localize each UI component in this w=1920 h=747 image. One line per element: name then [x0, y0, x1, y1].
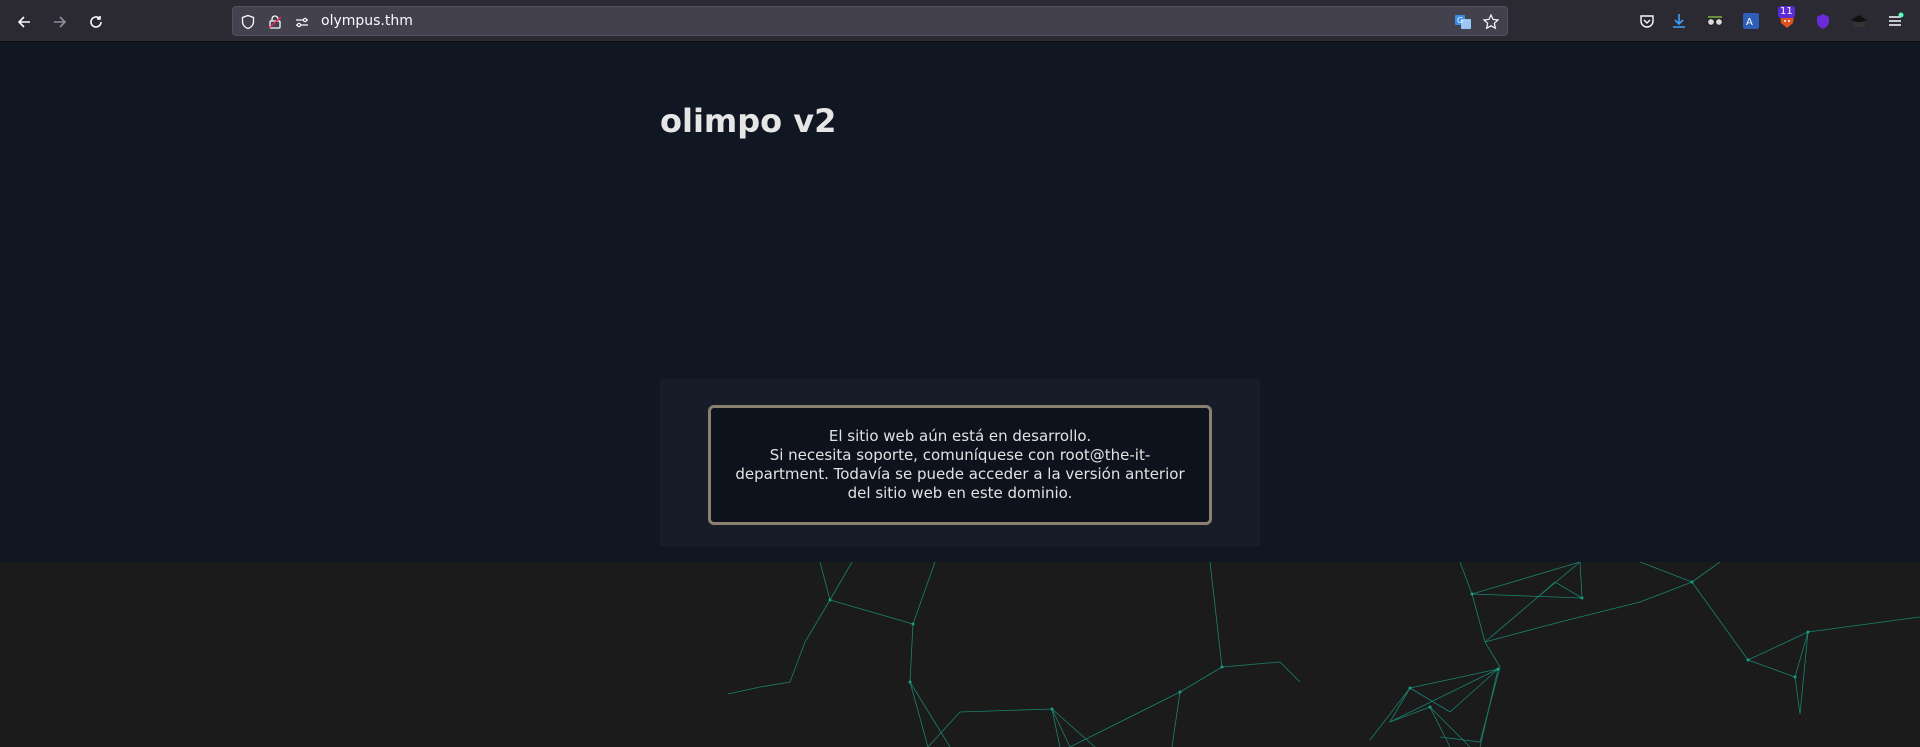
svg-text:A: A	[1746, 17, 1753, 28]
back-icon[interactable]	[11, 9, 37, 35]
notice-line-2: Si necesita soporte, comuníquese con roo…	[735, 446, 1185, 502]
spy-extension-icon[interactable]	[1704, 10, 1726, 32]
download-icon[interactable]	[1668, 10, 1690, 32]
extension-badge: 11	[1778, 6, 1795, 18]
forward-icon[interactable]	[47, 9, 73, 35]
hero-section: olimpo v2 El sitio web aún está en desar…	[0, 42, 1920, 562]
url-text[interactable]: olympus.thm	[321, 13, 413, 29]
translator-extension-icon[interactable]: A	[1740, 10, 1762, 32]
reload-icon[interactable]	[83, 9, 109, 35]
notice-box: El sitio web aún está en desarrollo. Si …	[708, 405, 1212, 525]
notice-text: El sitio web aún está en desarrollo. Si …	[730, 427, 1190, 503]
star-icon[interactable]	[1482, 13, 1500, 31]
hamburger-menu-icon[interactable]	[1884, 10, 1906, 32]
shield-icon[interactable]	[239, 13, 257, 31]
ublock-extension-icon[interactable]	[1812, 10, 1834, 32]
network-lines-decoration	[727, 562, 1920, 747]
notice-line-1: El sitio web aún está en desarrollo.	[828, 427, 1092, 445]
url-bar[interactable]: olympus.thm G	[232, 6, 1508, 36]
page-title: olimpo v2	[660, 102, 837, 140]
translate-icon[interactable]: G	[1454, 13, 1472, 31]
pocket-icon[interactable]	[1636, 10, 1658, 32]
browser-toolbar: olympus.thm G A 11	[0, 0, 1920, 42]
svg-text:G: G	[1457, 16, 1463, 25]
wappalyzer-icon[interactable]	[1848, 10, 1870, 32]
notice-panel: El sitio web aún está en desarrollo. Si …	[660, 379, 1260, 546]
network-background	[0, 562, 1920, 747]
permissions-icon[interactable]	[293, 13, 311, 31]
lock-icon[interactable]	[266, 13, 284, 31]
